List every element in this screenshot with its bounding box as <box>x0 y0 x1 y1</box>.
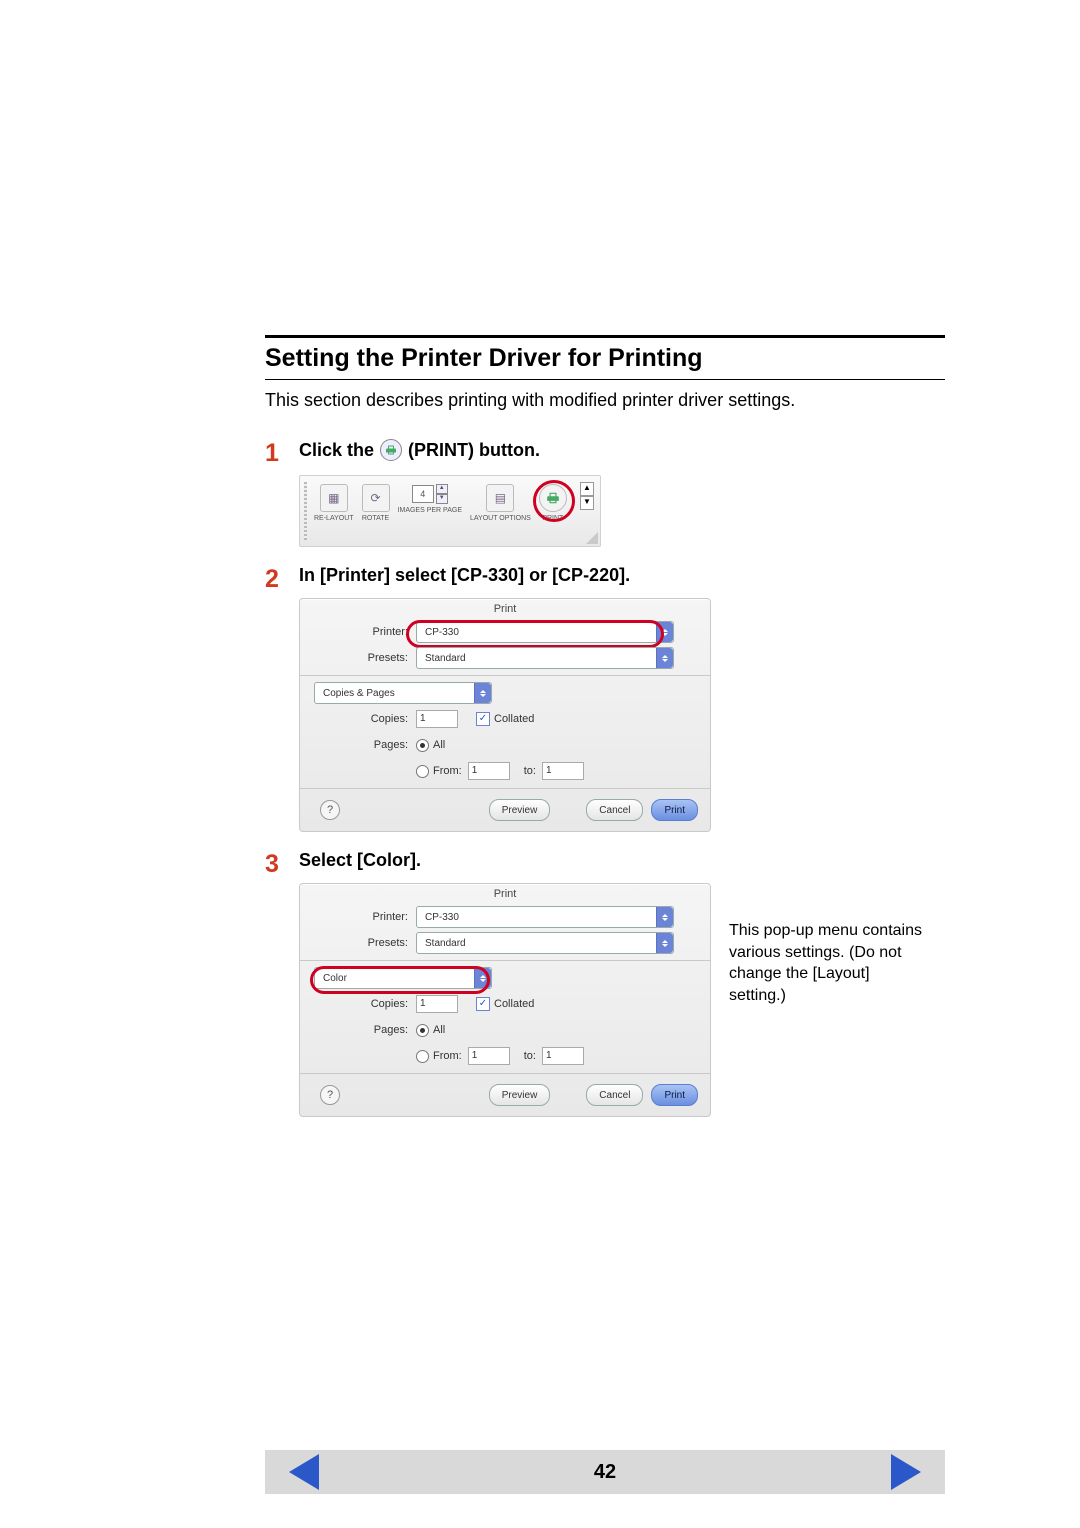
collated-checkbox-3[interactable] <box>476 997 490 1011</box>
collated-label: Collated <box>494 713 534 725</box>
toolbar-relayout: ▦ RE-LAYOUT <box>314 484 354 522</box>
images-per-page-value: 4 <box>412 485 434 503</box>
dialog-title-3: Print <box>300 884 710 904</box>
pages-from-radio-3[interactable] <box>416 1050 429 1063</box>
pages-to-label-3: to: <box>524 1050 536 1062</box>
pages-to-input-3[interactable]: 1 <box>542 1047 584 1065</box>
pages-all-radio-3[interactable] <box>416 1024 429 1037</box>
print-icon <box>380 439 402 461</box>
pages-from-input-3[interactable]: 1 <box>468 1047 510 1065</box>
step-2-text: In [Printer] select [CP-330] or [CP-220]… <box>299 565 630 586</box>
step-1-number: 1 <box>265 439 299 468</box>
dialog-title: Print <box>300 599 710 619</box>
step-3-text: Select [Color]. <box>299 850 421 871</box>
pages-all-radio[interactable] <box>416 739 429 752</box>
toolbar-relayout-label: RE-LAYOUT <box>314 515 354 522</box>
print-dialog-step2: Print Printer: CP-330 Presets: Standard <box>299 598 711 832</box>
copies-input-3[interactable]: 1 <box>416 995 458 1013</box>
toolbar-images-per-page: 4 ▲ ▼ IMAGES PER PAGE <box>398 484 462 514</box>
step-2: 2 In [Printer] select [CP-330] or [CP-22… <box>265 565 945 832</box>
collated-label-3: Collated <box>494 998 534 1010</box>
print-button-3[interactable]: Print <box>651 1084 698 1106</box>
print-dialog-step3: Print Printer: CP-330 Presets: Standard <box>299 883 711 1117</box>
panel-select[interactable]: Copies & Pages <box>314 682 492 704</box>
copies-label-3: Copies: <box>300 998 416 1010</box>
print-button[interactable]: Print <box>651 799 698 821</box>
next-page-button[interactable] <box>891 1454 921 1490</box>
printer-select-value-3: CP-330 <box>425 912 459 923</box>
presets-select-value: Standard <box>425 653 466 664</box>
presets-select-value-3: Standard <box>425 938 466 949</box>
page-number: 42 <box>319 1461 891 1484</box>
toolbar-figure: ▦ RE-LAYOUT ⟳ ROTATE 4 ▲ <box>299 475 601 547</box>
presets-label: Presets: <box>300 652 416 664</box>
pages-to-label: to: <box>524 765 536 777</box>
preview-button-3[interactable]: Preview <box>489 1084 551 1106</box>
toolbar-scroll-arrows: ▲▼ <box>580 482 594 510</box>
page-footer: 42 <box>265 1450 945 1494</box>
step-3: 3 Select [Color]. Print Printer: CP-330 … <box>265 850 945 1117</box>
step-1-text-post: (PRINT) button. <box>408 440 540 461</box>
pages-from-input[interactable]: 1 <box>468 762 510 780</box>
section-heading: Setting the Printer Driver for Printing <box>265 344 945 373</box>
copies-label: Copies: <box>300 713 416 725</box>
printer-label-3: Printer: <box>300 911 416 923</box>
toolbar-layout-label: LAYOUT OPTIONS <box>470 515 531 522</box>
step-1: 1 Click the (PRINT) button. ▦ RE-LAYO <box>265 439 945 547</box>
section-intro: This section describes printing with mod… <box>265 390 945 411</box>
toolbar-rotate: ⟳ ROTATE <box>362 484 390 522</box>
printer-label: Printer: <box>300 626 416 638</box>
relayout-icon: ▦ <box>320 484 348 512</box>
step-3-number: 3 <box>265 850 299 879</box>
pages-all-label: All <box>433 739 445 751</box>
pages-from-label-3: From: <box>433 1050 462 1062</box>
preview-button[interactable]: Preview <box>489 799 551 821</box>
cancel-button-3[interactable]: Cancel <box>586 1084 643 1106</box>
side-note: This pop-up menu contains various settin… <box>729 920 929 1006</box>
prev-page-button[interactable] <box>289 1454 319 1490</box>
rotate-icon: ⟳ <box>362 484 390 512</box>
highlight-circle-print <box>533 480 575 522</box>
presets-select[interactable]: Standard <box>416 647 674 669</box>
resize-corner-icon <box>586 532 598 544</box>
pages-label: Pages: <box>300 739 416 751</box>
presets-label-3: Presets: <box>300 937 416 949</box>
step-2-number: 2 <box>265 565 299 594</box>
step-1-text-pre: Click the <box>299 440 374 461</box>
toolbar-rotate-label: ROTATE <box>362 515 389 522</box>
presets-select-3[interactable]: Standard <box>416 932 674 954</box>
layout-options-icon: ▤ <box>486 484 514 512</box>
toolbar-images-label: IMAGES PER PAGE <box>398 507 462 514</box>
help-button-3[interactable]: ? <box>320 1085 340 1105</box>
help-button[interactable]: ? <box>320 800 340 820</box>
printer-select-3[interactable]: CP-330 <box>416 906 674 928</box>
highlight-printer-select <box>406 620 664 648</box>
pages-label-3: Pages: <box>300 1024 416 1036</box>
pages-all-label-3: All <box>433 1024 445 1036</box>
toolbar-layout-options: ▤ LAYOUT OPTIONS <box>470 484 531 522</box>
pages-to-input[interactable]: 1 <box>542 762 584 780</box>
pages-from-label: From: <box>433 765 462 777</box>
pages-from-radio[interactable] <box>416 765 429 778</box>
highlight-color-select <box>310 966 490 994</box>
cancel-button[interactable]: Cancel <box>586 799 643 821</box>
panel-select-value: Copies & Pages <box>323 688 395 699</box>
toolbar-print: PRINT <box>539 484 567 522</box>
copies-input[interactable]: 1 <box>416 710 458 728</box>
collated-checkbox[interactable] <box>476 712 490 726</box>
